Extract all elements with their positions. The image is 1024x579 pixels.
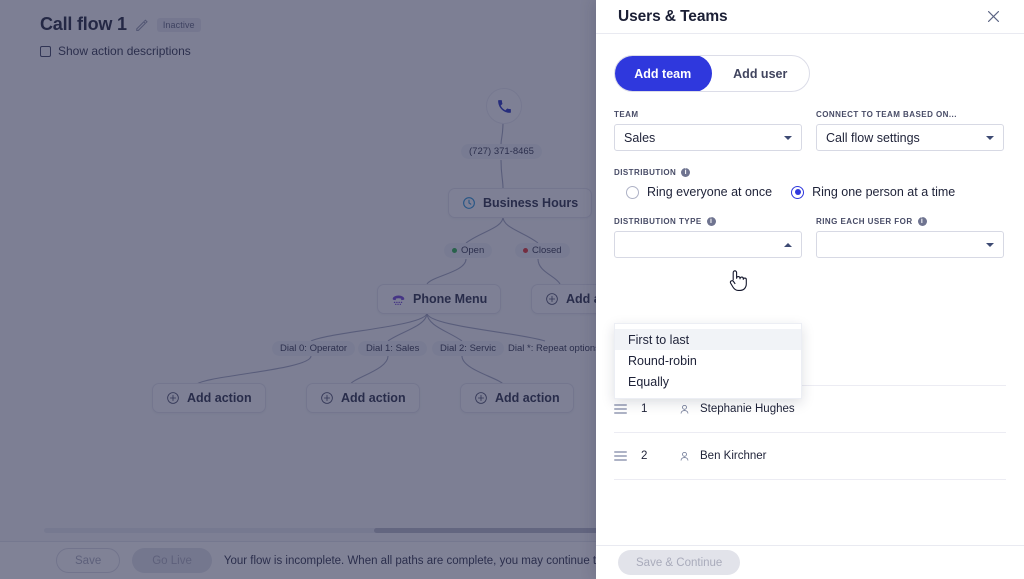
connect-field-group: CONNECT TO TEAM BASED ON... Call flow se… [816,110,1004,151]
radio-button[interactable] [626,185,639,199]
radio-ring-one-person[interactable]: Ring one person at a time [791,185,955,199]
radio-label: Ring everyone at once [647,185,773,199]
ring-each-user-group: RING EACH USER FOR i [816,217,1004,258]
radio-button-selected[interactable] [791,185,805,199]
chevron-down-icon [784,135,792,140]
drag-handle-icon[interactable] [614,451,627,461]
user-cell: Stephanie Hughes [678,403,795,416]
connect-select-value: Call flow settings [826,130,920,145]
team-field-label: TEAM [614,110,639,119]
modal-overlay-scrim[interactable] [0,0,596,579]
distribution-type-label: DISTRIBUTION TYPE i [614,217,802,226]
distribution-type-dropdown-menu[interactable]: First to last Round-robin Equally [614,323,802,399]
panel-title: Users & Teams [618,7,728,25]
order-number: 1 [641,403,648,415]
distribution-type-label-text: DISTRIBUTION TYPE [614,217,702,226]
info-icon[interactable]: i [917,217,927,226]
distribution-type-group: DISTRIBUTION TYPE i [614,217,802,258]
connect-field-label: CONNECT TO TEAM BASED ON... [816,110,957,119]
order-cell: 1 [614,403,678,415]
chevron-up-icon [784,242,792,247]
chevron-down-icon [986,135,994,140]
panel-body: Add team Add user TEAM Sales CONNECT TO … [596,55,1024,480]
dropdown-option-equally[interactable]: Equally [615,371,801,392]
table-row[interactable]: 2 Ben Kirchner [614,432,1006,480]
dropdown-option-first-to-last[interactable]: First to last [615,329,801,350]
team-field-group: TEAM Sales [614,110,802,151]
user-name: Ben Kirchner [700,450,767,462]
tab-add-user[interactable]: Add user [712,56,810,91]
mouse-cursor-pointer-hand [729,270,747,291]
drag-handle-icon[interactable] [614,404,627,414]
user-cell: Ben Kirchner [678,450,766,463]
connect-to-team-select[interactable]: Call flow settings [816,124,1004,151]
distribution-label: DISTRIBUTION i [614,168,1006,177]
users-and-teams-panel: Users & Teams Add team Add user TEAM Sal… [596,0,1024,579]
team-select[interactable]: Sales [614,124,802,151]
distribution-type-select[interactable] [614,231,802,258]
panel-header: Users & Teams [596,0,1024,34]
distribution-group: DISTRIBUTION i Ring everyone at once Rin… [614,168,1006,199]
user-name: Stephanie Hughes [700,403,795,415]
user-avatar-icon [680,404,689,414]
radio-label: Ring one person at a time [812,185,956,199]
user-avatar-icon [680,451,689,461]
tab-add-team[interactable]: Add team [615,56,712,91]
distribution-label-text: DISTRIBUTION [614,168,677,177]
order-number: 2 [641,450,648,462]
distribution-fields-row: DISTRIBUTION TYPE i RING EACH USER FOR i [614,217,1006,258]
ring-each-user-select[interactable] [816,231,1004,258]
ring-each-user-label-text: RING EACH USER FOR [816,217,913,226]
save-and-continue-button[interactable]: Save & Continue [618,550,741,575]
team-fields-row: TEAM Sales CONNECT TO TEAM BASED ON... C… [614,110,1006,151]
radio-ring-everyone[interactable]: Ring everyone at once [626,185,772,199]
ring-each-user-label: RING EACH USER FOR i [816,217,1004,226]
add-team-user-toggle[interactable]: Add team Add user [614,55,810,92]
close-icon[interactable] [985,8,1002,25]
chevron-down-icon [986,242,994,247]
distribution-radio-row: Ring everyone at once Ring one person at… [614,185,1006,199]
team-select-value: Sales [624,130,656,145]
info-icon[interactable]: i [681,168,691,177]
panel-footer: Save & Continue [596,545,1024,579]
dropdown-option-round-robin[interactable]: Round-robin [615,350,801,371]
info-icon[interactable]: i [706,217,716,226]
order-cell: 2 [614,450,678,462]
